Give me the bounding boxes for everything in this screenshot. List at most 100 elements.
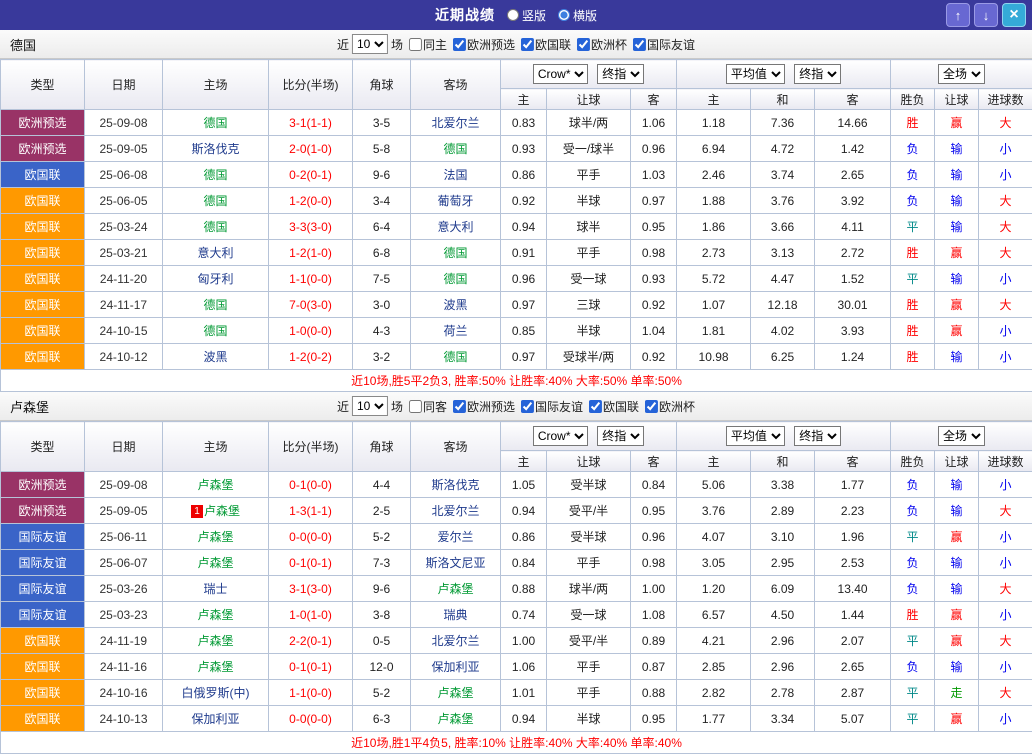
- layout-radio-horizontal[interactable]: 横版: [558, 7, 597, 24]
- fulltime-select[interactable]: 全场: [938, 426, 985, 446]
- result-goals: 大: [979, 214, 1032, 240]
- away-team[interactable]: 卢森堡: [411, 680, 501, 706]
- same-venue-checkbox-input[interactable]: [409, 400, 422, 413]
- avg-home-odds: 2.73: [677, 240, 751, 266]
- home-team[interactable]: 德国: [163, 110, 269, 136]
- competition-checkbox[interactable]: 国际友谊: [521, 398, 583, 415]
- home-team[interactable]: 瑞士: [163, 576, 269, 602]
- bookmaker-select[interactable]: Crow*: [533, 64, 588, 84]
- col-header-handicap-line: 让球: [547, 89, 631, 110]
- home-team[interactable]: 德国: [163, 188, 269, 214]
- competition-checkbox[interactable]: 欧国联: [589, 398, 639, 415]
- section-header-bar: 德国 近 10 场 同主 欧洲预选欧国联欧洲杯国际友谊: [0, 30, 1032, 59]
- competition-checkbox-input[interactable]: [453, 400, 466, 413]
- away-team[interactable]: 斯洛文尼亚: [411, 550, 501, 576]
- competition-checkbox[interactable]: 欧洲杯: [577, 36, 627, 53]
- away-team[interactable]: 卢森堡: [411, 706, 501, 732]
- home-team[interactable]: 白俄罗斯(中): [163, 680, 269, 706]
- competition-checkbox-input[interactable]: [521, 400, 534, 413]
- home-team[interactable]: 匈牙利: [163, 266, 269, 292]
- score: 3-1(3-0): [269, 576, 353, 602]
- home-team[interactable]: 德国: [163, 318, 269, 344]
- result-handicap: 赢: [935, 524, 979, 550]
- competition-checkbox[interactable]: 欧洲杯: [645, 398, 695, 415]
- away-team[interactable]: 意大利: [411, 214, 501, 240]
- away-team[interactable]: 保加利亚: [411, 654, 501, 680]
- handicap-line: 受球半/两: [547, 344, 631, 370]
- scroll-up-button[interactable]: ↑: [946, 3, 970, 27]
- away-team[interactable]: 荷兰: [411, 318, 501, 344]
- handicap-odds-time-select[interactable]: 终指: [597, 426, 644, 446]
- match-date: 24-11-20: [85, 266, 163, 292]
- average-odds-time-select[interactable]: 终指: [794, 64, 841, 84]
- away-team[interactable]: 波黑: [411, 292, 501, 318]
- home-team[interactable]: 1卢森堡: [163, 498, 269, 524]
- result-goals: 小: [979, 162, 1032, 188]
- layout-radio-vertical-input[interactable]: [507, 9, 519, 21]
- layout-radio-vertical[interactable]: 竖版: [507, 7, 546, 24]
- competition-type: 欧国联: [1, 240, 85, 266]
- col-header-avg-draw: 和: [751, 451, 815, 472]
- competition-checkbox[interactable]: 欧洲预选: [453, 36, 515, 53]
- scroll-down-button[interactable]: ↓: [974, 3, 998, 27]
- corner-count: 9-6: [353, 576, 411, 602]
- home-team[interactable]: 德国: [163, 162, 269, 188]
- home-team[interactable]: 卢森堡: [163, 524, 269, 550]
- away-team[interactable]: 瑞典: [411, 602, 501, 628]
- average-odds-time-select[interactable]: 终指: [794, 426, 841, 446]
- competition-checkbox[interactable]: 国际友谊: [633, 36, 695, 53]
- competition-checkbox[interactable]: 欧洲预选: [453, 398, 515, 415]
- away-team[interactable]: 法国: [411, 162, 501, 188]
- handicap-away-odds: 1.00: [631, 576, 677, 602]
- bookmaker-select[interactable]: Crow*: [533, 426, 588, 446]
- competition-checkbox-input[interactable]: [589, 400, 602, 413]
- away-team[interactable]: 北爱尔兰: [411, 110, 501, 136]
- home-team[interactable]: 德国: [163, 292, 269, 318]
- handicap-odds-time-select[interactable]: 终指: [597, 64, 644, 84]
- competition-checkbox-input[interactable]: [453, 38, 466, 51]
- avg-draw-odds: 3.66: [751, 214, 815, 240]
- avg-away-odds: 5.07: [815, 706, 891, 732]
- score: 3-1(1-1): [269, 110, 353, 136]
- average-select[interactable]: 平均值: [726, 64, 785, 84]
- away-team[interactable]: 爱尔兰: [411, 524, 501, 550]
- home-team[interactable]: 卢森堡: [163, 472, 269, 498]
- avg-home-odds: 1.88: [677, 188, 751, 214]
- result-goals: 小: [979, 602, 1032, 628]
- layout-radio-horizontal-input[interactable]: [558, 9, 570, 21]
- competition-checkbox[interactable]: 欧国联: [521, 36, 571, 53]
- away-team[interactable]: 德国: [411, 266, 501, 292]
- close-button[interactable]: ×: [1002, 3, 1026, 27]
- away-team[interactable]: 北爱尔兰: [411, 628, 501, 654]
- home-team[interactable]: 波黑: [163, 344, 269, 370]
- average-select[interactable]: 平均值: [726, 426, 785, 446]
- fulltime-select[interactable]: 全场: [938, 64, 985, 84]
- away-team[interactable]: 斯洛伐克: [411, 472, 501, 498]
- same-venue-checkbox[interactable]: 同主: [409, 36, 447, 53]
- away-team[interactable]: 德国: [411, 344, 501, 370]
- competition-checkbox-input[interactable]: [633, 38, 646, 51]
- away-team[interactable]: 德国: [411, 136, 501, 162]
- same-venue-checkbox[interactable]: 同客: [409, 398, 447, 415]
- home-team[interactable]: 卢森堡: [163, 602, 269, 628]
- away-team[interactable]: 葡萄牙: [411, 188, 501, 214]
- home-team[interactable]: 卢森堡: [163, 654, 269, 680]
- home-team[interactable]: 卢森堡: [163, 628, 269, 654]
- competition-checkbox-input[interactable]: [645, 400, 658, 413]
- competition-checkbox-input[interactable]: [521, 38, 534, 51]
- away-team[interactable]: 卢森堡: [411, 576, 501, 602]
- competition-checkbox-input[interactable]: [577, 38, 590, 51]
- home-team[interactable]: 德国: [163, 214, 269, 240]
- corner-count: 6-4: [353, 214, 411, 240]
- away-team[interactable]: 德国: [411, 240, 501, 266]
- home-team[interactable]: 保加利亚: [163, 706, 269, 732]
- home-team[interactable]: 意大利: [163, 240, 269, 266]
- match-row: 国际友谊 25-06-07 卢森堡 0-1(0-1) 7-3 斯洛文尼亚 0.8…: [1, 550, 1032, 576]
- up-arrow-icon: ↑: [955, 9, 962, 22]
- away-team[interactable]: 北爱尔兰: [411, 498, 501, 524]
- match-count-select[interactable]: 10: [352, 34, 388, 54]
- same-venue-checkbox-input[interactable]: [409, 38, 422, 51]
- home-team[interactable]: 斯洛伐克: [163, 136, 269, 162]
- home-team[interactable]: 卢森堡: [163, 550, 269, 576]
- match-count-select[interactable]: 10: [352, 396, 388, 416]
